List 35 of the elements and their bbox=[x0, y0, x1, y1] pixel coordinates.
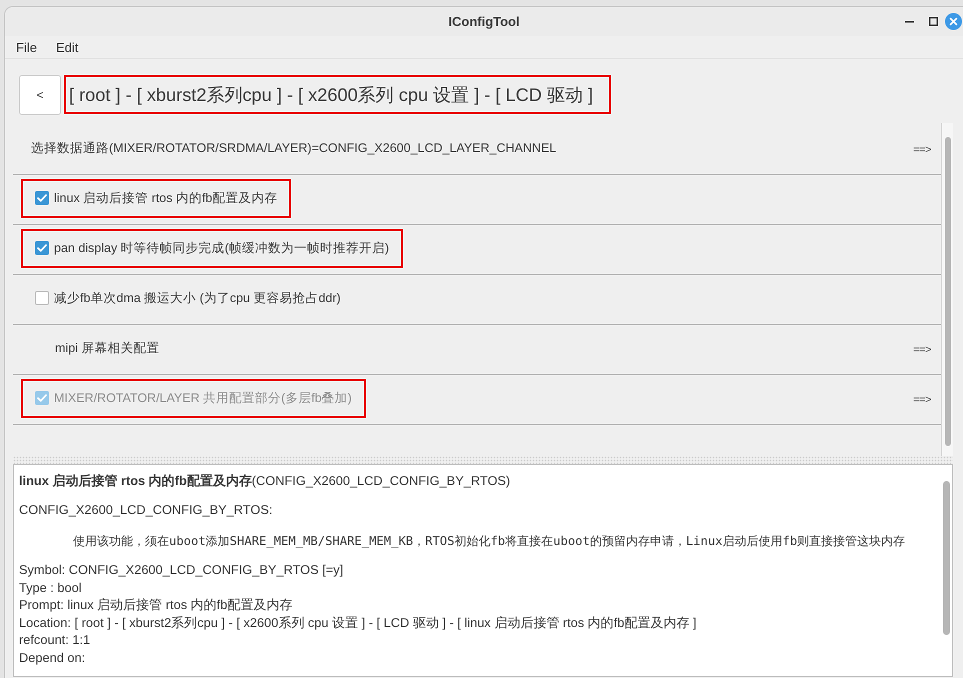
check-icon bbox=[37, 244, 47, 252]
info-line: Symbol: CONFIG_X2600_LCD_CONFIG_BY_RTOS [=y] bbox=[19, 561, 344, 579]
choice-entry[interactable]: 选择数据通路(MIXER/ROTATOR/SRDMA/LAYER)=CONFIG_X2600_LCD_LAYER_CHANNEL bbox=[31, 140, 556, 156]
details-heading: linux 启动后接管 rtos 内的fb配置及内存(CONFIG_X2600_LCD_CONFIG_BY_RTOS) bbox=[19, 472, 512, 490]
maximize-icon[interactable] bbox=[929, 17, 938, 26]
window-title: IConfigTool bbox=[448, 14, 520, 29]
option-label: pan display 时等待帧同步完成(帧缓冲数为一帧时推荐开启) bbox=[54, 240, 390, 256]
help-text: 使用该功能，须在uboot添加SHARE_MEM_MB/SHARE_MEM_KB，RTOS初始化fb将直接在uboot的预留内存申请，Linux启动后使用fb则直接接管这块内存 bbox=[73, 533, 906, 550]
close-icon[interactable] bbox=[945, 13, 962, 30]
checkbox[interactable] bbox=[35, 241, 49, 255]
submenu-marker: ==> bbox=[913, 394, 931, 406]
info-line: Type : bool bbox=[19, 578, 83, 596]
scrollbar-thumb[interactable] bbox=[945, 137, 951, 446]
info-line: Location: [ root ] - [ xburst2系列cpu ] - [ x2600系列 cpu 设置 ] - [ LCD 驱动 ] - [ linux 启动后接管 rtos 内的fb配置及内存 ] bbox=[19, 614, 698, 632]
minimize-icon[interactable] bbox=[905, 20, 914, 22]
info-line: Depend on: bbox=[19, 648, 86, 667]
menu-item[interactable]: Edit bbox=[50, 40, 84, 54]
back-button[interactable]: < bbox=[19, 75, 61, 115]
symbol-header: CONFIG_X2600_LCD_CONFIG_BY_RTOS: bbox=[19, 501, 274, 519]
check-icon bbox=[37, 194, 47, 202]
submenu-entry[interactable]: mipi 屏幕相关配置 bbox=[55, 340, 160, 356]
splitter-handle[interactable] bbox=[13, 456, 953, 464]
option-label: linux 启动后接管 rtos 内的fb配置及内存 bbox=[54, 190, 278, 206]
check-icon bbox=[37, 394, 47, 402]
menu-item[interactable]: File bbox=[10, 40, 43, 54]
info-line: refcount: 1:1 bbox=[19, 631, 92, 649]
breadcrumb-path: [ root ] - [ xburst2系列cpu ] - [ x2600系列 cpu 设置 ] - [ LCD 驱动 ] bbox=[69, 84, 594, 107]
submenu-marker: ==> bbox=[913, 344, 931, 356]
checkbox[interactable] bbox=[35, 291, 49, 305]
scrollbar-thumb[interactable] bbox=[943, 481, 950, 635]
checkbox[interactable] bbox=[35, 191, 49, 205]
option-label: 减少fb单次dma 搬运大小 (为了cpu 更容易抢占ddr) bbox=[54, 290, 341, 306]
submenu-marker: ==> bbox=[913, 144, 931, 156]
info-line: Prompt: linux 启动后接管 rtos 内的fb配置及内存 bbox=[19, 596, 294, 614]
option-label: MIXER/ROTATOR/LAYER 共用配置部分(多层fb叠加) bbox=[54, 390, 352, 406]
